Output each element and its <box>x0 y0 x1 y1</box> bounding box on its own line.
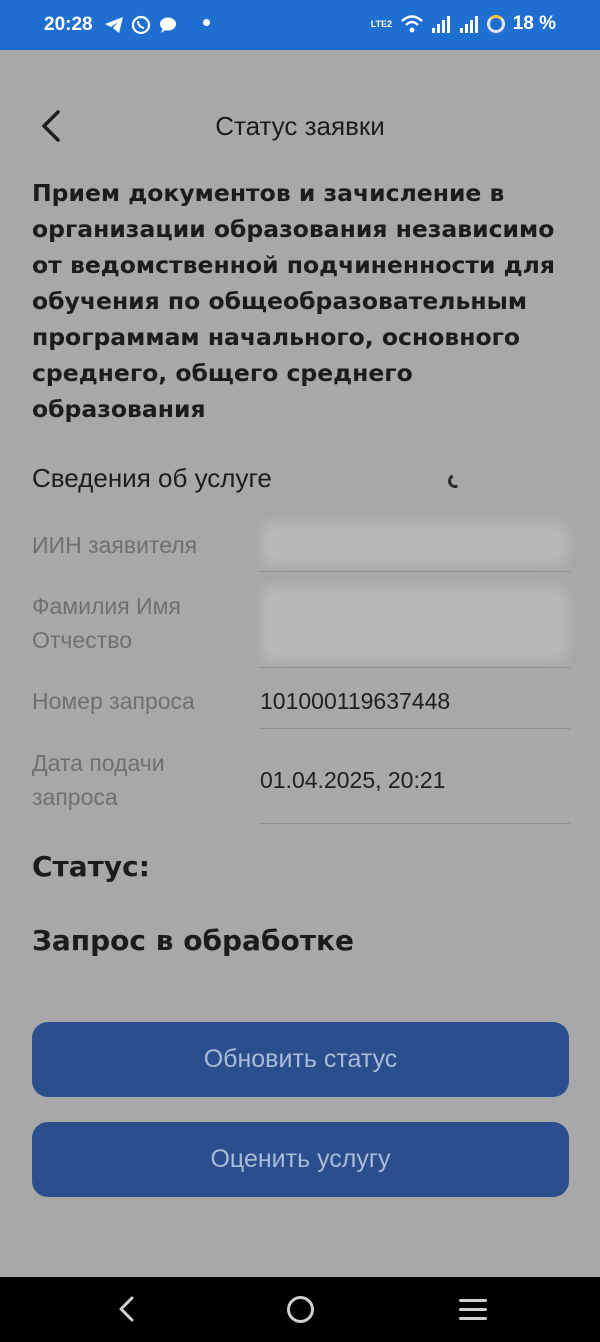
divider <box>260 571 570 572</box>
whatsapp-icon <box>131 15 151 35</box>
redacted-iin <box>262 522 568 566</box>
wifi-icon <box>400 15 423 33</box>
nav-back-icon[interactable] <box>115 1295 139 1323</box>
notification-icons <box>104 15 178 35</box>
signal-icon <box>431 16 450 33</box>
telegram-icon <box>105 17 123 33</box>
notification-dot-icon <box>203 19 210 26</box>
refresh-status-button[interactable]: Обновить статус <box>32 1022 569 1097</box>
divider <box>260 667 570 668</box>
fullname-label: Фамилия Имя Отчество <box>32 593 181 653</box>
request-number-label: Номер запроса <box>32 688 195 714</box>
redacted-fullname <box>262 586 568 662</box>
status-value: Запрос в обработке <box>32 924 354 957</box>
request-number-value: 101000119637448 <box>260 688 451 714</box>
service-title: Прием документов и зачисление в организа… <box>32 179 555 423</box>
battery-percent: 18 % <box>512 13 556 34</box>
system-icons: LTE2 18 % <box>371 13 556 35</box>
page-title: Статус заявки <box>215 111 385 141</box>
nav-home-icon[interactable] <box>287 1296 314 1323</box>
nav-recents-icon[interactable] <box>459 1299 487 1326</box>
volte-badge: LTE2 <box>370 18 393 29</box>
iin-label: ИИН заявителя <box>32 532 198 558</box>
battery-icon <box>486 15 505 33</box>
loading-spinner-icon <box>446 472 464 490</box>
divider <box>260 823 570 824</box>
rate-service-button[interactable]: Оценить услугу <box>32 1122 569 1197</box>
chat-icon <box>160 17 176 33</box>
signal-icon-2 <box>459 16 478 33</box>
submission-date-label: Дата подачи запроса <box>32 750 165 810</box>
status-time: 20:28 <box>44 14 93 35</box>
system-nav-bar <box>0 1277 600 1342</box>
status-bar: 20:28 LTE2 18 % <box>0 0 600 50</box>
section-heading: Сведения об услуге <box>32 463 272 493</box>
status-label: Статус: <box>32 850 150 883</box>
page-header: Статус заявки <box>0 100 600 152</box>
divider <box>260 728 570 729</box>
submission-date-value: 01.04.2025, 20:21 <box>260 767 446 793</box>
